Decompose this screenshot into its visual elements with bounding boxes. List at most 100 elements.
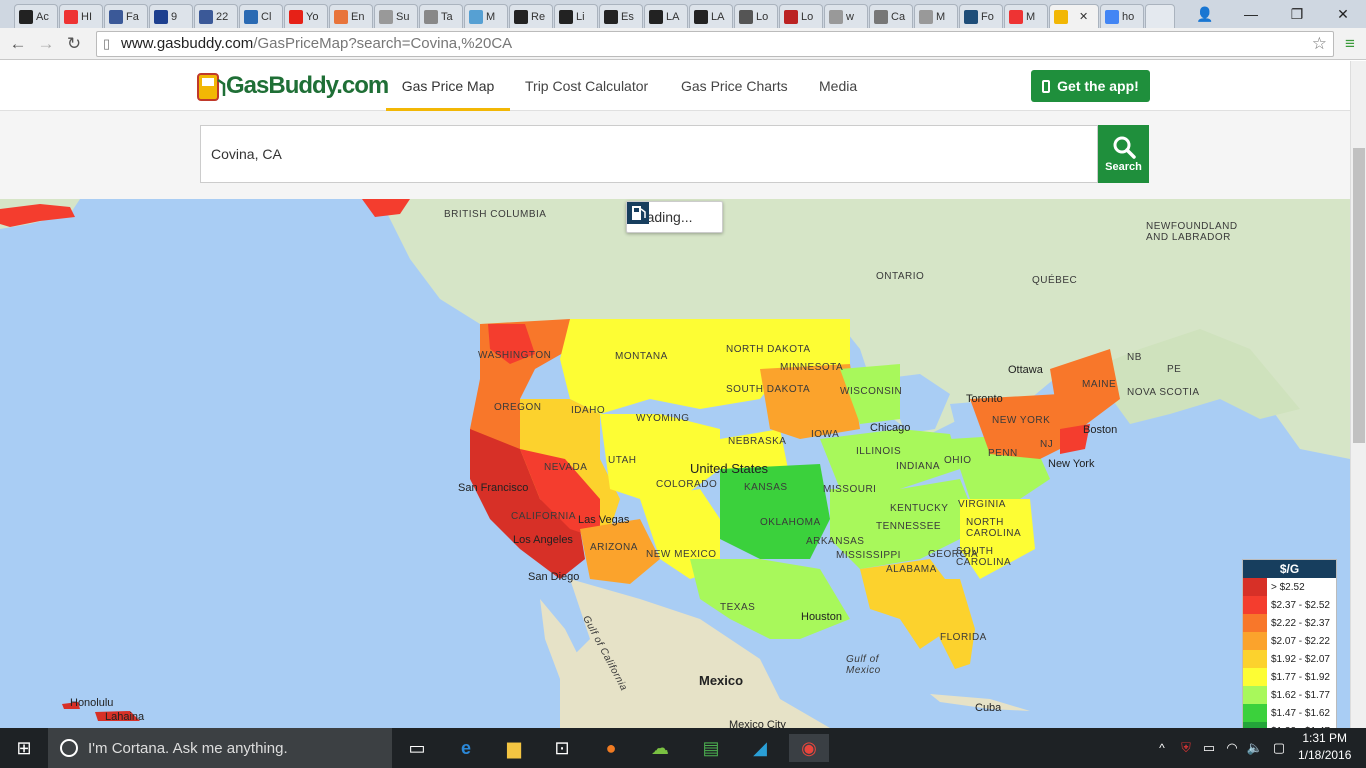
notification-icon[interactable]: ▢ — [1265, 734, 1293, 762]
browser-tab[interactable]: Li — [554, 4, 598, 28]
browser-tab[interactable]: 9 — [149, 4, 193, 28]
legend-swatch — [1243, 578, 1267, 596]
tab-label: En — [351, 10, 365, 23]
browser-tab[interactable]: LA — [689, 4, 733, 28]
tab-label: ho — [1122, 10, 1135, 23]
browser-tab[interactable]: Re — [509, 4, 553, 28]
scrollbar-thumb[interactable] — [1353, 148, 1365, 443]
map-label: MAINE — [1082, 379, 1117, 390]
restore-icon[interactable]: ❐ — [1274, 0, 1320, 28]
browser-tab[interactable]: Es — [599, 4, 643, 28]
map-label: NOVA SCOTIA — [1127, 387, 1200, 398]
get-the-app-button[interactable]: Get the app! — [1031, 70, 1150, 102]
page-scrollbar[interactable] — [1350, 61, 1366, 728]
nav-trip-cost-calculator[interactable]: Trip Cost Calculator — [525, 61, 648, 111]
city-label: Lahaina — [105, 711, 145, 723]
reload-icon[interactable]: ↻ — [62, 32, 86, 56]
back-icon[interactable]: ← — [6, 32, 30, 56]
legend-label: > $2.52 — [1271, 581, 1305, 593]
gas-pump-logo-icon — [197, 73, 226, 101]
edge-icon[interactable]: e — [452, 734, 480, 762]
nav-gas-price-charts[interactable]: Gas Price Charts — [681, 61, 788, 111]
browser-tab[interactable]: Cl — [239, 4, 283, 28]
browser-tab[interactable]: Fo — [959, 4, 1003, 28]
legend-row: > $2.52 — [1243, 578, 1336, 596]
tab-favicon-icon — [784, 9, 798, 24]
browser-tab[interactable]: M — [464, 4, 508, 28]
city-label: Chicago — [870, 422, 911, 434]
browser-tab[interactable]: HI — [59, 4, 103, 28]
map-label: IDAHO — [571, 405, 606, 416]
map-label: CALIFORNIA — [511, 511, 577, 522]
address-bar[interactable]: www.gasbuddy.com/GasPriceMap?search=Covi… — [96, 31, 1334, 57]
nav-media[interactable]: Media — [819, 61, 857, 111]
windows-taskbar: ⊞ I'm Cortana. Ask me anything. ▭ e ▆ ⊡ … — [0, 728, 1366, 768]
city-label: San Francisco — [458, 482, 529, 494]
legend-row: $1.62 - $1.77 — [1243, 686, 1336, 704]
gasbuddy-logo[interactable]: GasBuddy.com — [196, 67, 389, 105]
city-label: Ottawa — [1008, 364, 1043, 376]
fuel-pump-icon — [627, 202, 649, 224]
browser-tab[interactable]: M — [914, 4, 958, 28]
logo-text: GasBuddy.com — [226, 72, 389, 99]
app-icon[interactable]: ☁ — [646, 734, 674, 762]
system-clock[interactable]: 1:31 PM 1/18/2016 — [1298, 730, 1351, 764]
browser-tab[interactable]: En — [329, 4, 373, 28]
browser-tab[interactable]: LA — [644, 4, 688, 28]
location-search-input[interactable] — [200, 125, 1098, 183]
tab-label: 22 — [216, 10, 229, 23]
browser-tab[interactable]: Yo — [284, 4, 328, 28]
close-window-icon[interactable]: ✕ — [1320, 0, 1366, 28]
browser-tab[interactable]: 22 — [194, 4, 238, 28]
browser-tab-active[interactable]: ✕ — [1049, 4, 1099, 28]
clock-date: 1/18/2016 — [1298, 748, 1352, 762]
gas-price-map[interactable]: Loading... BRITISH COLUMBIA ONTARIO QUÉB… — [0, 199, 1350, 728]
search-area: Search — [0, 112, 1350, 199]
search-button-label: Search — [1105, 161, 1142, 173]
new-tab-button[interactable] — [1145, 4, 1175, 28]
windows-start-icon[interactable]: ⊞ — [10, 734, 38, 762]
browser-tab[interactable]: Ta — [419, 4, 463, 28]
browser-tab[interactable]: Su — [374, 4, 418, 28]
star-icon[interactable]: ☆ — [1312, 32, 1327, 56]
browser-tab[interactable]: w — [824, 4, 868, 28]
city-label: Houston — [801, 611, 842, 623]
store-icon[interactable]: ⊡ — [548, 734, 576, 762]
minimize-icon[interactable]: — — [1228, 0, 1274, 28]
browser-tab[interactable]: Lo — [779, 4, 823, 28]
legend-title: $/G — [1243, 560, 1336, 578]
browser-tab[interactable]: ho — [1100, 4, 1144, 28]
tab-label: HI — [81, 10, 92, 23]
sync-icon[interactable]: ◢ — [746, 734, 774, 762]
map-label: INDIANA — [896, 461, 941, 472]
map-label: SOUTH DAKOTA — [726, 384, 811, 395]
site-header: GasBuddy.com Gas Price Map Trip Cost Cal… — [0, 61, 1350, 111]
legend-swatch — [1243, 704, 1267, 722]
tab-label: Ca — [891, 10, 906, 23]
city-label: Cuba — [975, 702, 1002, 714]
tab-favicon-icon — [514, 9, 528, 24]
cortana-search-box[interactable]: I'm Cortana. Ask me anything. — [48, 728, 392, 768]
close-tab-icon[interactable]: ✕ — [1079, 10, 1088, 23]
map-label: ARIZONA — [590, 542, 638, 553]
nav-gas-price-map[interactable]: Gas Price Map — [386, 61, 510, 111]
user-icon[interactable]: 👤 — [1182, 0, 1228, 28]
search-button[interactable]: Search — [1098, 125, 1149, 183]
map-label: IOWA — [811, 429, 840, 440]
tab-label: Cl — [261, 10, 272, 23]
browser-tab[interactable]: Fa — [104, 4, 148, 28]
task-view-icon[interactable]: ▭ — [403, 734, 431, 762]
map-label: MINNESOTA — [780, 362, 844, 373]
browser-tab[interactable]: Lo — [734, 4, 778, 28]
notes-icon[interactable]: ▤ — [697, 734, 725, 762]
browser-tab[interactable]: M — [1004, 4, 1048, 28]
tab-label: Es — [621, 10, 634, 23]
firefox-icon[interactable]: ● — [597, 734, 625, 762]
forward-icon[interactable]: → — [34, 32, 58, 56]
menu-icon[interactable]: ≡ — [1338, 32, 1362, 56]
file-explorer-icon[interactable]: ▆ — [500, 734, 528, 762]
city-label: Boston — [1083, 424, 1118, 436]
browser-tab[interactable]: Ac — [14, 4, 58, 28]
chrome-icon[interactable]: ◉ — [789, 734, 829, 762]
browser-tab[interactable]: Ca — [869, 4, 913, 28]
